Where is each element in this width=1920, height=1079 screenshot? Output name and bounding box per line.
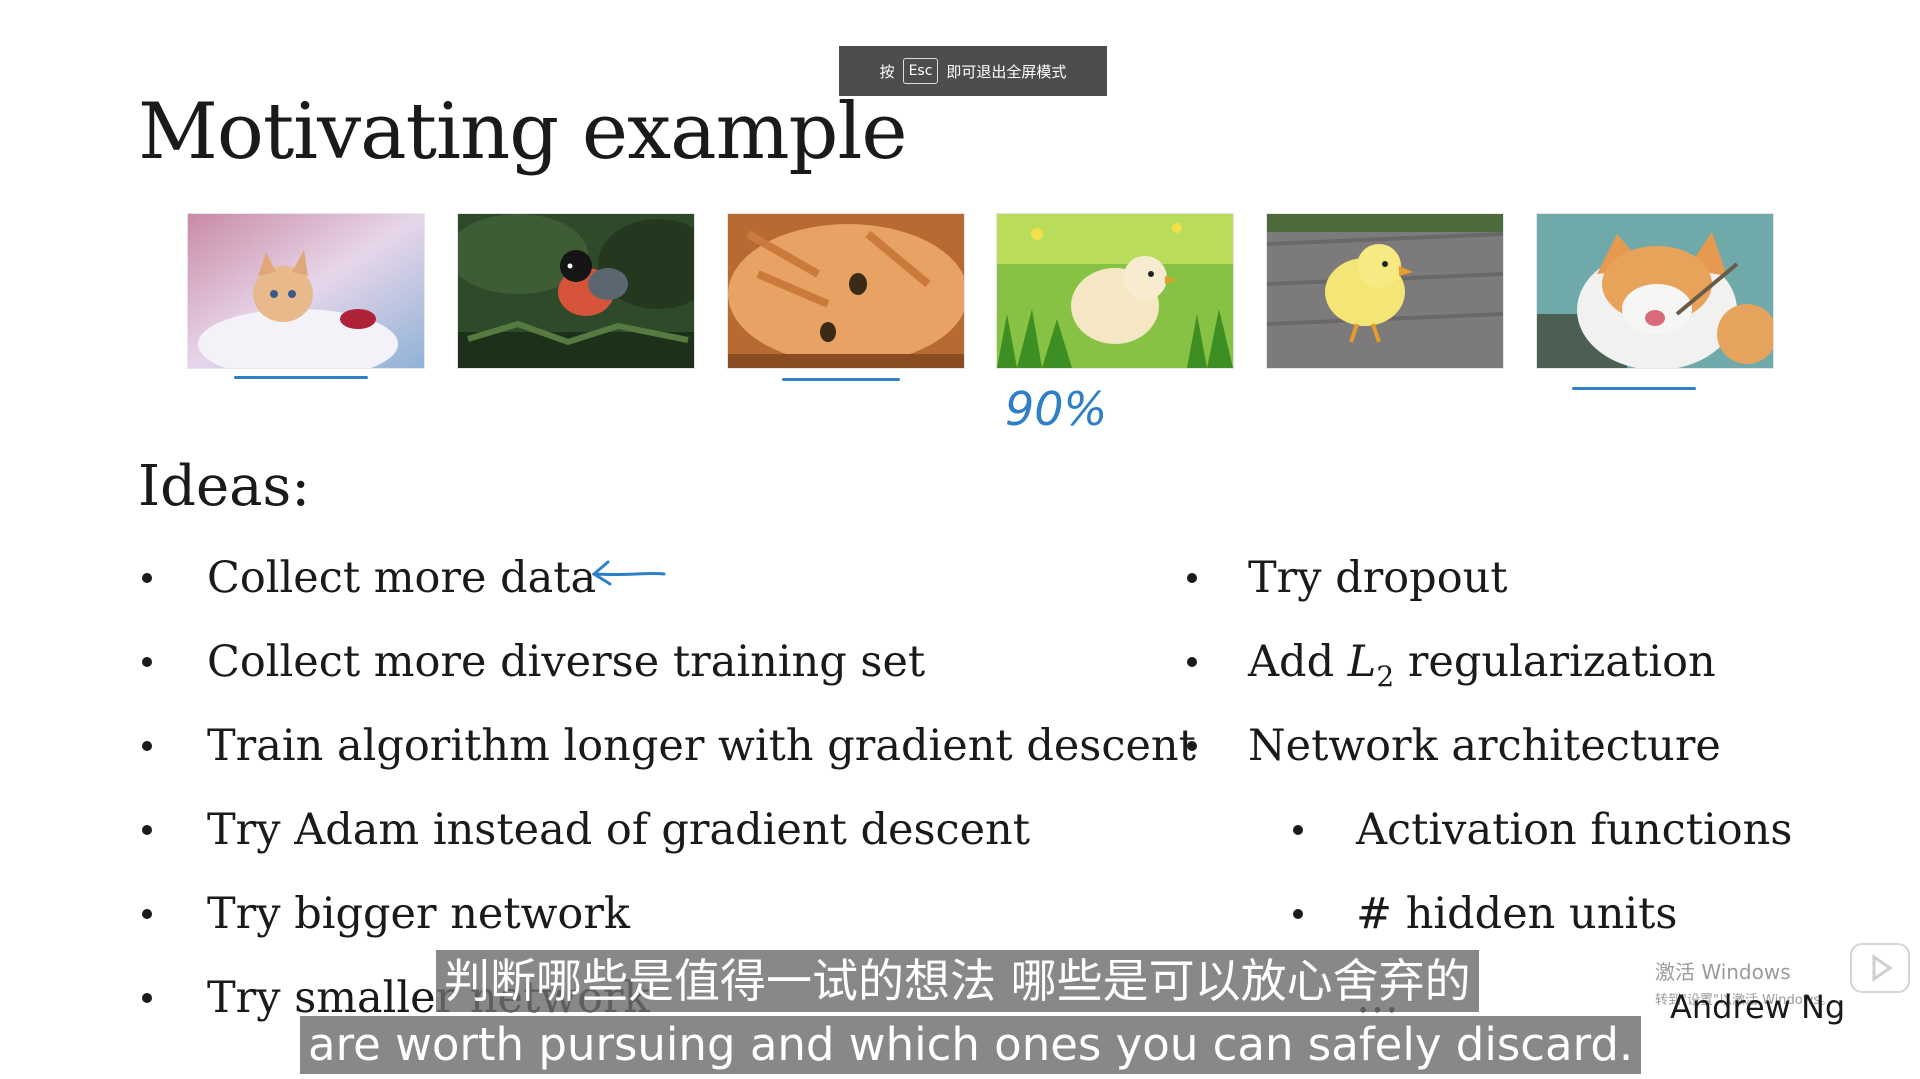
bullet-dot: [142, 741, 152, 751]
annotation-underline: [234, 376, 368, 379]
bullet-dot: [142, 993, 152, 1003]
list-item: Activation functions: [1180, 788, 1880, 872]
list-item: Add L2 regularization: [1180, 620, 1880, 704]
idea-text: Try dropout: [1248, 553, 1508, 603]
chick-image: [996, 213, 1234, 369]
kitten-image: [187, 213, 425, 369]
handwritten-arrow-icon: [591, 560, 666, 586]
chick-image: [1266, 213, 1504, 369]
idea-text: Activation functions: [1356, 805, 1793, 855]
subtitle-chinese: 判断哪些是值得一试的想法 哪些是可以放心舍弃的: [436, 950, 1479, 1012]
l2-subscript: 2: [1376, 660, 1395, 693]
subtitle-english: are worth pursuing and which ones you ca…: [300, 1016, 1642, 1074]
l2-prefix: Add: [1248, 637, 1348, 687]
list-item: Network architecture: [1180, 704, 1880, 788]
annotation-underline: [782, 378, 900, 381]
idea-text: Collect more diverse training set: [207, 637, 926, 687]
bullet-dot: [1293, 909, 1303, 919]
handwritten-accuracy-note: 90%: [1005, 382, 1108, 436]
bullet-dot: [1187, 741, 1197, 751]
activation-line-1: 激活 Windows: [1655, 960, 1791, 984]
bullet-dot: [1293, 825, 1303, 835]
idea-text: # hidden units: [1356, 889, 1678, 939]
bullet-dot: [1187, 657, 1197, 667]
bullet-dot: [1187, 573, 1197, 583]
bullet-dot: [142, 909, 152, 919]
bird-image: [457, 213, 695, 369]
esc-hint-suffix: 即可退出全屏模式: [946, 62, 1067, 81]
bullet-dot: [142, 825, 152, 835]
bullet-dot: [142, 573, 152, 583]
idea-text: Collect more data: [207, 553, 597, 603]
cat-image: [1536, 213, 1774, 369]
list-item: # hidden units: [1180, 872, 1880, 956]
bullet-dot: [142, 657, 152, 667]
esc-key[interactable]: Esc: [902, 58, 939, 84]
cat-image: [727, 213, 965, 369]
idea-text: Network architecture: [1248, 721, 1721, 771]
idea-text: Try Adam instead of gradient descent: [207, 805, 1031, 855]
play-icon[interactable]: [1850, 943, 1910, 993]
idea-text: Try bigger network: [207, 889, 630, 939]
annotation-underline: [1572, 387, 1696, 390]
l2-symbol: L: [1347, 637, 1377, 687]
author-name: Andrew Ng: [1670, 988, 1846, 1026]
esc-hint-prefix: 按: [879, 62, 895, 81]
idea-text: Train algorithm longer with gradient des…: [207, 721, 1196, 771]
list-item: Try dropout: [1180, 536, 1880, 620]
l2-suffix: regularization: [1394, 637, 1716, 687]
slide-title: Motivating example: [138, 87, 908, 177]
slide-canvas: 按 Esc 即可退出全屏模式 Motivating example 90% Id…: [0, 0, 1920, 1079]
ideas-heading: Ideas:: [138, 454, 311, 519]
